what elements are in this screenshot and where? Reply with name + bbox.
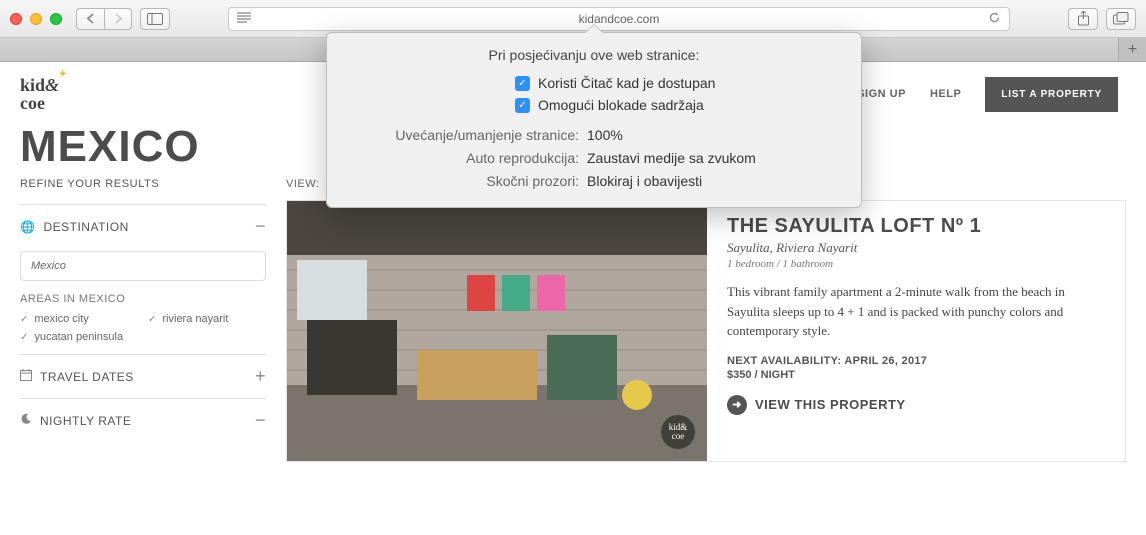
reader-checkbox-label: Koristi Čitač kad je dostupan	[538, 75, 715, 91]
image-badge: kid& coe	[661, 415, 695, 449]
header-nav: SIGN UP HELP LIST A PROPERTY	[857, 77, 1118, 112]
reader-checkbox-row[interactable]: ✓ Koristi Čitač kad je dostupan	[515, 75, 861, 91]
check-icon: ✓	[20, 332, 28, 343]
property-location: Sayulita, Riviera Nayarit	[727, 240, 1105, 256]
forward-button[interactable]	[104, 8, 132, 30]
logo-text-1: kid	[20, 75, 45, 95]
property-image[interactable]: kid& coe	[287, 201, 707, 461]
property-title: THE SAYULITA LOFT Nº 1	[727, 215, 1105, 238]
filter-destination-header[interactable]: 🌐 DESTINATION −	[20, 216, 266, 237]
filter-travel-dates: TRAVEL DATES +	[20, 354, 266, 398]
property-price: $350 / NIGHT	[727, 369, 1105, 381]
content-blockers-checkbox-label: Omogući blokade sadržaja	[538, 97, 704, 113]
popups-value[interactable]: Blokiraj i obavijesti	[587, 173, 861, 189]
filter-travel-dates-label: TRAVEL DATES	[40, 370, 134, 384]
moon-icon	[20, 413, 32, 428]
back-button[interactable]	[76, 8, 104, 30]
autoplay-value[interactable]: Zaustavi medije sa zvukom	[587, 150, 861, 166]
collapse-icon: −	[255, 410, 266, 431]
logo-text-2: coe	[20, 93, 45, 113]
property-listing: kid& coe THE SAYULITA LOFT Nº 1 Sayulita…	[286, 200, 1126, 462]
help-link[interactable]: HELP	[930, 88, 961, 100]
minimize-window-button[interactable]	[30, 13, 42, 25]
content-blockers-checkbox-row[interactable]: ✓ Omogući blokade sadržaja	[515, 97, 861, 113]
filter-nightly-rate: NIGHTLY RATE −	[20, 398, 266, 442]
check-icon: ✓	[148, 314, 156, 325]
property-availability: NEXT AVAILABILITY: APRIL 26, 2017	[727, 355, 1105, 367]
site-logo[interactable]: kid& coe ✦	[20, 76, 59, 112]
area-label: yucatan peninsula	[34, 331, 123, 343]
checkbox-checked-icon: ✓	[515, 76, 530, 91]
collapse-icon: −	[255, 216, 266, 237]
view-property-label: VIEW THIS PROPERTY	[755, 397, 906, 412]
autoplay-label: Auto reprodukcija:	[327, 150, 587, 166]
popover-title: Pri posjećivanju ove web stranice:	[327, 47, 861, 63]
list-property-button[interactable]: LIST A PROPERTY	[985, 77, 1118, 112]
zoom-value[interactable]: 100%	[587, 127, 861, 143]
area-label: riviera nayarit	[162, 313, 228, 325]
popups-label: Skočni prozori:	[327, 173, 587, 189]
close-window-button[interactable]	[10, 13, 22, 25]
star-icon: ✦	[59, 70, 67, 80]
sidebar-toggle-button[interactable]	[140, 8, 170, 30]
navigation-buttons	[76, 8, 132, 30]
signup-link[interactable]: SIGN UP	[857, 88, 906, 100]
filter-destination-label: DESTINATION	[43, 220, 128, 234]
expand-icon: +	[255, 366, 266, 387]
property-meta: 1 bedroom / 1 bathroom	[727, 258, 1105, 270]
area-item[interactable]: ✓ riviera nayarit	[148, 313, 266, 325]
share-button[interactable]	[1068, 8, 1098, 30]
tabs-button[interactable]	[1106, 8, 1136, 30]
window-controls	[10, 13, 62, 25]
new-tab-button[interactable]: +	[1118, 38, 1146, 61]
arrow-right-icon: ➜	[727, 395, 747, 415]
view-property-link[interactable]: ➜ VIEW THIS PROPERTY	[727, 395, 1105, 415]
logo-amp: &	[45, 75, 59, 95]
filter-travel-dates-header[interactable]: TRAVEL DATES +	[20, 366, 266, 387]
reload-button[interactable]	[988, 11, 1001, 27]
destination-input[interactable]: Mexico	[20, 251, 266, 281]
filter-nightly-rate-label: NIGHTLY RATE	[40, 414, 131, 428]
page-title: MEXICO	[20, 122, 266, 172]
filters-sidebar: MEXICO REFINE YOUR RESULTS 🌐 DESTINATION…	[20, 122, 266, 535]
url-bar[interactable]: kidandcoe.com	[228, 7, 1010, 31]
calendar-icon	[20, 369, 32, 384]
reader-icon[interactable]	[237, 12, 251, 26]
property-info: THE SAYULITA LOFT Nº 1 Sayulita, Riviera…	[707, 201, 1125, 461]
site-settings-popover: Pri posjećivanju ove web stranice: ✓ Kor…	[326, 32, 862, 208]
area-item[interactable]: ✓ yucatan peninsula	[20, 331, 138, 343]
filter-destination: 🌐 DESTINATION − Mexico AREAS IN MEXICO ✓…	[20, 204, 266, 354]
checkbox-checked-icon: ✓	[515, 98, 530, 113]
filter-nightly-rate-header[interactable]: NIGHTLY RATE −	[20, 410, 266, 431]
area-item[interactable]: ✓ mexico city	[20, 313, 138, 325]
check-icon: ✓	[20, 314, 28, 325]
globe-icon: 🌐	[20, 220, 35, 234]
property-description: This vibrant family apartment a 2-minute…	[727, 282, 1105, 341]
zoom-label: Uvećanje/umanjenje stranice:	[327, 127, 587, 143]
refine-label: REFINE YOUR RESULTS	[20, 178, 266, 190]
view-label: VIEW:	[286, 178, 319, 190]
maximize-window-button[interactable]	[50, 13, 62, 25]
area-label: mexico city	[34, 313, 88, 325]
areas-label: AREAS IN MEXICO	[20, 293, 266, 305]
